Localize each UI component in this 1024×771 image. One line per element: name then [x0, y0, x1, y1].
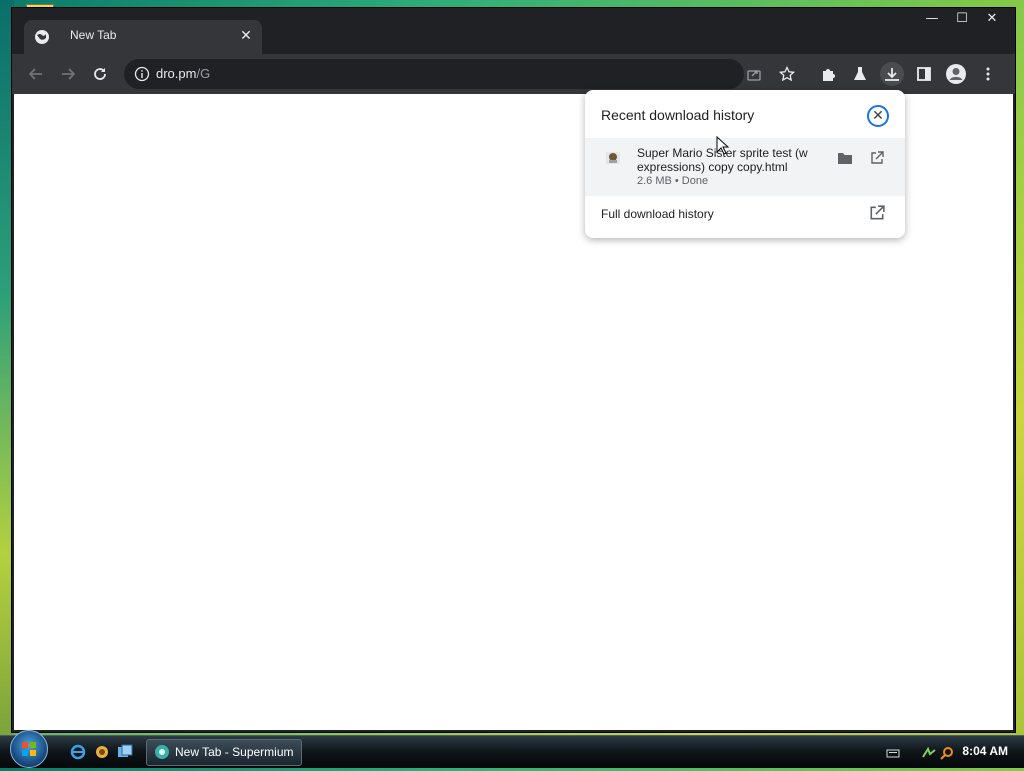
side-panel-icon[interactable] — [912, 62, 936, 86]
toolbar: dro.pm/G — [12, 54, 1015, 94]
windows-logo-icon — [22, 742, 36, 756]
close-icon[interactable]: ✕ — [867, 105, 889, 127]
share-icon[interactable] — [746, 66, 762, 82]
address-bar[interactable]: dro.pm/G — [124, 59, 795, 89]
download-file-meta: 2.6 MB • Done — [637, 175, 709, 187]
full-download-history-link[interactable]: Full download history — [601, 207, 714, 221]
folder-icon[interactable] — [835, 148, 855, 168]
labs-flask-icon[interactable] — [848, 62, 872, 86]
tab-new-tab[interactable]: New Tab ✕ — [24, 20, 262, 54]
url-path: /G — [196, 66, 211, 81]
download-icon[interactable] — [880, 62, 904, 86]
url-host: dro.pm — [156, 66, 197, 81]
maximize-icon[interactable]: ☐ — [947, 10, 977, 30]
extensions-puzzle-icon[interactable] — [816, 62, 840, 86]
download-item[interactable]: Super Mario Sister sprite test (w expres… — [585, 138, 905, 196]
window-controls: — ☐ ✕ — [917, 10, 1007, 30]
minimize-icon[interactable]: — — [917, 10, 947, 30]
open-external-icon[interactable] — [867, 148, 887, 168]
switch-windows-icon[interactable] — [117, 744, 133, 760]
profile-icon[interactable] — [944, 62, 968, 86]
file-icon — [606, 152, 620, 164]
download-bubble-title: Recent download history — [601, 107, 755, 123]
open-external-icon[interactable] — [869, 205, 885, 221]
network-icon[interactable] — [922, 746, 936, 760]
close-tab-icon[interactable]: ✕ — [236, 26, 256, 46]
title-bar: New Tab ✕ — ☐ ✕ — [12, 8, 1015, 54]
forward-icon[interactable] — [56, 62, 80, 86]
quick-launch-app-icon[interactable] — [94, 744, 110, 760]
star-icon[interactable] — [779, 66, 795, 82]
download-bubble: Recent download history ✕ Super Mario Si… — [585, 90, 905, 238]
tab-title: New Tab — [70, 28, 117, 42]
globe-icon — [35, 30, 49, 44]
reload-icon[interactable] — [88, 62, 112, 86]
close-window-icon[interactable]: ✕ — [977, 10, 1007, 30]
download-file-name: Super Mario Sister sprite test (w expres… — [637, 146, 808, 174]
taskbar-button-browser[interactable]: New Tab - Supermium — [146, 739, 302, 766]
taskbar: New Tab - Supermium 8:04 AM — [0, 730, 1024, 768]
internet-explorer-icon[interactable] — [70, 744, 86, 760]
kebab-menu-icon[interactable] — [976, 62, 1000, 86]
keyboard-icon[interactable] — [886, 746, 900, 760]
search-icon[interactable] — [940, 746, 954, 760]
back-icon[interactable] — [24, 62, 48, 86]
mouse-cursor-icon — [716, 136, 730, 155]
url-text[interactable]: dro.pm/G — [156, 66, 210, 81]
taskbar-button-label: New Tab - Supermium — [175, 745, 294, 759]
clock[interactable]: 8:04 AM — [962, 744, 1008, 758]
info-icon[interactable] — [134, 66, 150, 82]
supermium-icon — [155, 745, 169, 759]
start-button[interactable] — [10, 730, 48, 768]
